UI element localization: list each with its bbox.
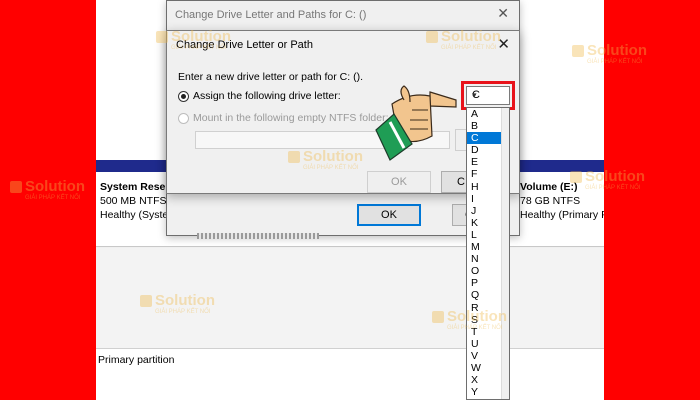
ok-button[interactable]: OK [357, 204, 421, 226]
radio-checked-icon[interactable] [178, 90, 189, 102]
drive-letter-list[interactable]: ABCDEFHIJKLMNOPQRSTUVWXYZ [466, 107, 510, 400]
watermark-logo: Solution GIẢI PHÁP KẾT NỐI [156, 28, 231, 51]
volume-size: 500 MB NTFS [100, 195, 167, 207]
watermark-logo: Solution GIẢI PHÁP KẾT NỐI [426, 28, 501, 51]
assign-letter-label: Assign the following drive letter: [193, 90, 341, 103]
watermark-logo: Solution GIẢI PHÁP KẾT NỐI [288, 148, 363, 171]
volume-size: 78 GB NTFS [520, 195, 581, 207]
watermark-logo: Solution GIẢI PHÁP KẾT NỐI [572, 42, 647, 65]
close-icon[interactable]: ✕ [497, 5, 509, 22]
mount-folder-option[interactable]: Mount in the following empty NTFS folder… [178, 112, 389, 124]
status-strip [96, 370, 604, 400]
volume-status: Healthy (Syste [100, 209, 169, 221]
instruction-text: Enter a new drive letter or path for C: … [178, 71, 363, 83]
pointing-hand-illustration [375, 85, 457, 161]
dialog-title: Change Drive Letter and Paths for C: () [175, 9, 367, 21]
legend-primary-partition: Primary partition [98, 354, 175, 366]
progress-ghost [197, 233, 319, 239]
ok-button[interactable]: OK [367, 171, 431, 193]
radio-unchecked-icon[interactable] [178, 112, 189, 124]
scrollbar[interactable] [501, 108, 509, 399]
volume-name: System Rese [100, 181, 166, 193]
highlight-frame [461, 81, 515, 110]
watermark-logo: Solution GIẢI PHÁP KẾT NỐI [140, 292, 215, 315]
assign-letter-option[interactable]: Assign the following drive letter: [178, 90, 341, 102]
volume-system-reserved[interactable]: System Rese 500 MB NTFS Healthy (Syste [100, 180, 168, 222]
volume-status: Healthy (Primary Partiti [520, 209, 604, 221]
watermark-logo: Solution GIẢI PHÁP KẾT NỐI [10, 178, 85, 201]
watermark-logo: Solution GIẢI PHÁP KẾT NỐI [570, 168, 645, 191]
watermark-logo: Solution GIẢI PHÁP KẾT NỐI [432, 308, 507, 331]
legend-bar: Primary partition [96, 348, 604, 370]
mount-folder-label: Mount in the following empty NTFS folder… [193, 112, 389, 125]
